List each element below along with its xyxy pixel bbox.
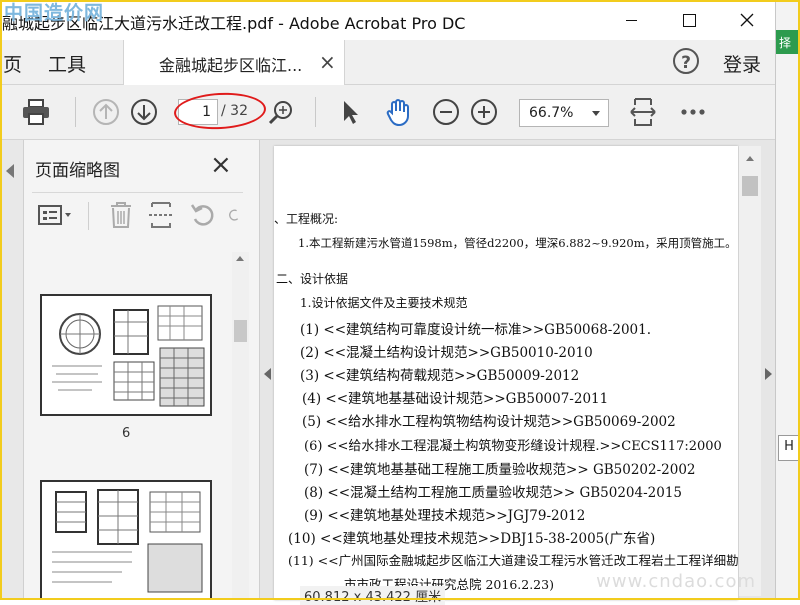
chevron-left-icon [6, 164, 14, 178]
drawing-thumbnail [52, 305, 205, 407]
page-split-icon [149, 202, 173, 228]
tab-tools[interactable]: 工具 [48, 50, 86, 77]
zoom-select[interactable]: 66.7% [519, 99, 609, 127]
rotate-cw-button[interactable] [228, 200, 242, 230]
section-heading: 、工程概况: [274, 212, 339, 226]
zoom-out-button[interactable] [431, 97, 461, 127]
scrollbar-thumb[interactable] [742, 176, 758, 196]
watermark-url: www.cndao.com [596, 571, 756, 592]
plus-circle-icon [471, 99, 497, 125]
thumbnail-page-image[interactable] [40, 294, 212, 416]
fit-width-icon [630, 98, 656, 126]
fit-page-button[interactable] [628, 97, 658, 127]
hand-tool-button[interactable] [383, 97, 413, 127]
select-tool-button[interactable] [335, 97, 365, 127]
tab-home[interactable]: 页 [3, 50, 22, 77]
rotate-left-icon [190, 204, 214, 226]
scroll-up-icon[interactable] [236, 256, 244, 261]
document-text-line: (2) <<混凝土结构设计规范>>GB50010-2010 [300, 345, 593, 361]
thumbnail-scrollbar[interactable] [232, 252, 249, 600]
background-window-strip: 择 H [775, 0, 800, 600]
thumbnail-page-number: 6 [122, 426, 131, 441]
document-text-line: (1) <<建筑结构可靠度设计统一标准>>GB50068-2001. [300, 322, 652, 338]
document-text-line: (4) <<建筑地基基础设计规范>>GB50007-2011 [302, 391, 609, 407]
document-text-line: (9) <<建筑地基处理技术规范>>JGJ79-2012 [304, 508, 586, 524]
zoom-value: 66.7% [529, 105, 574, 121]
toolbar-separator [315, 97, 316, 127]
section-heading: 二、设计依据 [276, 272, 349, 286]
next-page-button[interactable] [129, 97, 159, 127]
maximize-button[interactable] [660, 0, 718, 40]
document-text-line: (6) <<给水排水工程混凝土构筑物变形缝设计规程.>>CECS117:2000 [304, 439, 722, 454]
drawing-thumbnail [52, 489, 203, 593]
zoom-in-button[interactable] [469, 97, 499, 127]
scrollbar-thumb[interactable] [234, 320, 247, 342]
print-icon [23, 99, 49, 125]
thumbnail-list: 6 [32, 252, 230, 600]
scroll-up-icon[interactable] [746, 156, 754, 161]
document-text-line: 1.本工程新建污水管道1598m，管径d2200，埋深6.882~9.920m，… [298, 236, 737, 250]
document-text-line: (5) <<给水排水工程构筑物结构设计规范>>GB50069-2002 [302, 414, 676, 430]
minus-circle-icon [433, 99, 459, 125]
minimize-icon [625, 19, 637, 21]
panel-separator [88, 202, 89, 230]
print-button[interactable] [21, 97, 51, 127]
document-text-line: (3) <<建筑结构荷载规范>>GB50009-2012 [300, 368, 580, 384]
thumbnail-panel-title: 页面缩略图 [35, 161, 120, 181]
find-button[interactable] [266, 97, 296, 127]
title-bar: 融城起步区临江大道污水迁改工程.pdf - Adobe Acrobat Pro … [0, 0, 775, 40]
close-panel-icon[interactable]: × [210, 150, 232, 180]
tab-bar: 页 工具 金融城起步区临江... × ? 登录 [0, 40, 775, 85]
previous-page-button[interactable] [91, 97, 121, 127]
document-text-line: (7) <<建筑地基基础工程施工质量验收规范>> GB50202-2002 [304, 462, 696, 478]
thumbnail-panel: 页面缩略图 × 6 [24, 140, 260, 600]
red-annotation-oval [173, 90, 267, 132]
close-window-button[interactable] [718, 0, 776, 40]
panel-divider [32, 192, 243, 193]
previous-page-arrow-icon[interactable] [264, 368, 271, 380]
trash-icon [111, 202, 131, 228]
minimize-button[interactable] [602, 0, 660, 40]
document-scrollbar[interactable] [739, 146, 761, 596]
login-button[interactable]: 登录 [723, 50, 761, 77]
next-page-arrow-icon[interactable] [765, 368, 772, 380]
hand-icon [386, 99, 409, 126]
document-text-line: (11) <<广州国际金融城起步区临江大道建设工程污水管迁改工程岩土工程详细勘 [288, 553, 738, 568]
page-size-readout: 60.812 x 43.422 厘米 [300, 586, 446, 605]
document-text-line: (10) <<建筑地基处理技术规范>>DBJ15-38-2005(广东省) [288, 531, 656, 547]
close-tab-icon[interactable]: × [319, 50, 336, 74]
rotate-ccw-button[interactable] [188, 200, 218, 230]
thumbnail-page-image[interactable] [40, 480, 212, 600]
arrow-up-circle-icon [93, 99, 119, 125]
close-icon [740, 13, 754, 27]
extract-page-button[interactable] [146, 200, 176, 230]
maximize-icon [682, 13, 696, 27]
document-tab-label: 金融城起步区临江... [159, 56, 303, 75]
cursor-arrow-icon [344, 101, 358, 124]
background-window-button: H [778, 435, 800, 461]
help-icon[interactable]: ? [673, 48, 699, 74]
pdf-page: 、工程概况: 1.本工程新建污水管道1598m，管径d2200，埋深6.882~… [274, 146, 738, 600]
thumbnail-options-button[interactable] [36, 200, 76, 230]
background-window-tab: 择 [776, 30, 800, 54]
rotate-right-icon [229, 209, 239, 221]
watermark-logo: 中国造价网 [4, 2, 105, 24]
delete-page-button[interactable] [106, 200, 136, 230]
toolbar-separator [75, 97, 76, 127]
document-tab[interactable]: 金融城起步区临江... × [123, 40, 345, 85]
document-view[interactable]: 、工程概况: 1.本工程新建污水管道1598m，管径d2200，埋深6.882~… [260, 140, 775, 605]
more-dots-icon [681, 109, 705, 115]
more-options-button[interactable] [678, 97, 708, 127]
document-text-line: 1.设计依据文件及主要技术规范 [300, 296, 468, 310]
list-options-icon [38, 205, 71, 225]
side-panel-toggle[interactable] [0, 140, 24, 600]
magnifier-icon [268, 101, 292, 125]
chevron-down-icon [592, 111, 600, 116]
arrow-down-circle-icon [131, 99, 157, 125]
document-text-line: (8) <<混凝土结构工程施工质量验收规范>> GB50204-2015 [304, 485, 683, 501]
toolbar: 1 / 32 66.7% [0, 85, 775, 140]
